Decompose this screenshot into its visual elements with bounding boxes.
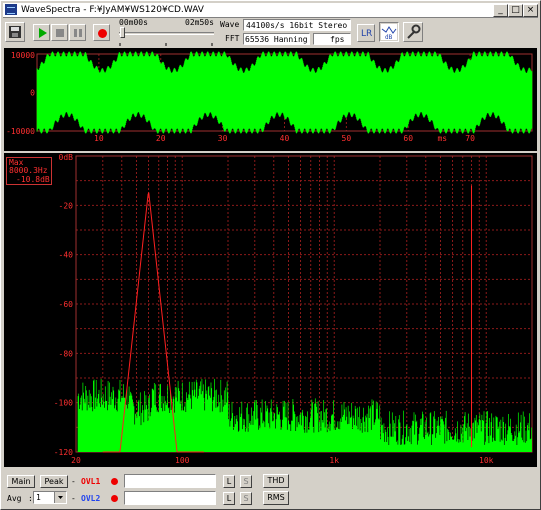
title-bar[interactable]: WaveSpectra - F:¥JyAM¥WS120¥CD.WAV _ □ × <box>3 3 538 18</box>
app-icon <box>5 4 17 15</box>
wave-x-label: 60 <box>403 134 413 143</box>
spectrum-main-trace <box>77 378 532 452</box>
wave-y-label: -10000 <box>6 127 35 136</box>
rms-button[interactable]: RMS <box>263 491 289 505</box>
wave-x-label: 70 <box>465 134 475 143</box>
wave-x-label: 30 <box>218 134 228 143</box>
spec-y-label: -80 <box>59 349 74 358</box>
spec-y-label: 0dB <box>59 153 74 162</box>
maximize-button[interactable]: □ <box>508 4 523 17</box>
app-window: WaveSpectra - F:¥JyAM¥WS120¥CD.WAV _ □ ×… <box>0 0 541 510</box>
close-button[interactable]: × <box>523 4 538 17</box>
wave-x-unit: ms <box>437 134 447 143</box>
channel-lr-button[interactable]: LR <box>357 24 375 42</box>
time-start: 00m00s <box>119 18 148 27</box>
minimize-button[interactable]: _ <box>493 4 508 17</box>
fft-label: FFT <box>225 34 240 43</box>
spec-y-label: -40 <box>59 251 74 260</box>
ovl1-indicator: OVL1 <box>81 477 101 486</box>
left-level-field <box>124 474 216 488</box>
pause-icon <box>79 29 82 37</box>
spectrum-plot: 0dB-20-40-60-80-100-12020 100 1k 10k <box>54 153 533 465</box>
pause-button[interactable] <box>69 24 86 41</box>
chevron-down-icon[interactable] <box>54 492 66 503</box>
right-l-button[interactable]: L <box>223 492 235 505</box>
play-icon <box>39 28 47 38</box>
max-readout: Max 8000.3Hz -10.8dB <box>6 157 52 185</box>
ovl1-led <box>111 478 118 485</box>
dash-2: - <box>71 494 76 503</box>
record-button[interactable] <box>93 24 110 41</box>
lr-icon: LR <box>361 29 372 39</box>
dash-1: - <box>71 477 76 486</box>
avg-label: Avg <box>7 494 22 503</box>
stop-icon <box>56 29 64 37</box>
wave-format-field: 44100s/s 16bit Stereo <box>243 19 351 31</box>
peak-button[interactable]: Peak <box>40 475 68 488</box>
thd-button[interactable]: THD <box>263 474 289 488</box>
wave-y-label: 0 <box>30 89 35 98</box>
position-slider-thumb[interactable] <box>120 27 125 38</box>
main-button[interactable]: Main <box>7 475 35 488</box>
svg-text:dB: dB <box>385 34 393 41</box>
spec-y-label: -20 <box>59 201 74 210</box>
wave-label: Wave <box>220 20 240 29</box>
avg-select[interactable]: 1 <box>33 491 67 504</box>
settings-button[interactable] <box>403 22 423 42</box>
disk-icon <box>9 26 21 38</box>
spec-y-label: -60 <box>59 300 74 309</box>
window-title: WaveSpectra - F:¥JyAM¥WS120¥CD.WAV <box>21 5 204 15</box>
display-mode-button[interactable]: dB <box>379 22 399 42</box>
position-ticks <box>119 39 214 46</box>
waveform-trace <box>36 51 533 134</box>
waveform-plot: 10000 0 -10000 10 20 30 40 50 60 70 ms <box>6 51 533 143</box>
wave-y-label: 10000 <box>11 51 35 60</box>
fps-field: fps <box>313 33 351 45</box>
time-end: 02m50s <box>185 18 214 27</box>
wave-x-label: 20 <box>156 134 166 143</box>
right-s-button[interactable]: S <box>240 492 252 505</box>
spec-y-label: -100 <box>54 399 73 408</box>
spec-x-label: 20 <box>71 456 81 465</box>
svg-text:LR: LR <box>361 29 372 39</box>
open-file-button[interactable] <box>5 22 25 42</box>
play-button[interactable] <box>33 24 50 41</box>
spec-x-label: 10k <box>479 456 494 465</box>
ovl2-indicator: OVL2 <box>81 494 101 503</box>
position-track[interactable] <box>119 32 214 35</box>
toolbar: 00m00s 02m50s Wave 44100s/s 16bit Stereo… <box>3 18 538 47</box>
bottom-controls: Main Peak - OVL1 L S THD Avg : 1 - OVL2 … <box>3 471 538 509</box>
wave-x-label: 10 <box>94 134 104 143</box>
waveform-panel: 10000 0 -10000 10 20 30 40 50 60 70 ms <box>4 48 537 151</box>
wave-x-label: 50 <box>342 134 352 143</box>
spec-x-label: 1k <box>329 456 339 465</box>
left-l-button[interactable]: L <box>223 475 235 488</box>
spec-x-label: 100 <box>175 456 190 465</box>
fft-size-field: 65536 Hanning <box>243 33 310 45</box>
left-s-button[interactable]: S <box>240 475 252 488</box>
record-icon <box>98 29 107 38</box>
wave-x-label: 40 <box>280 134 290 143</box>
ovl2-led <box>111 495 118 502</box>
stop-button[interactable] <box>51 24 68 41</box>
right-level-field <box>124 491 216 505</box>
spectrum-mode-icon: dB <box>381 24 397 41</box>
spectrum-panel: 0dB -20 -40 -60 -80 -100 -120 20 100 1k 10k Max 80… <box>4 153 537 467</box>
wrench-icon <box>407 24 421 39</box>
